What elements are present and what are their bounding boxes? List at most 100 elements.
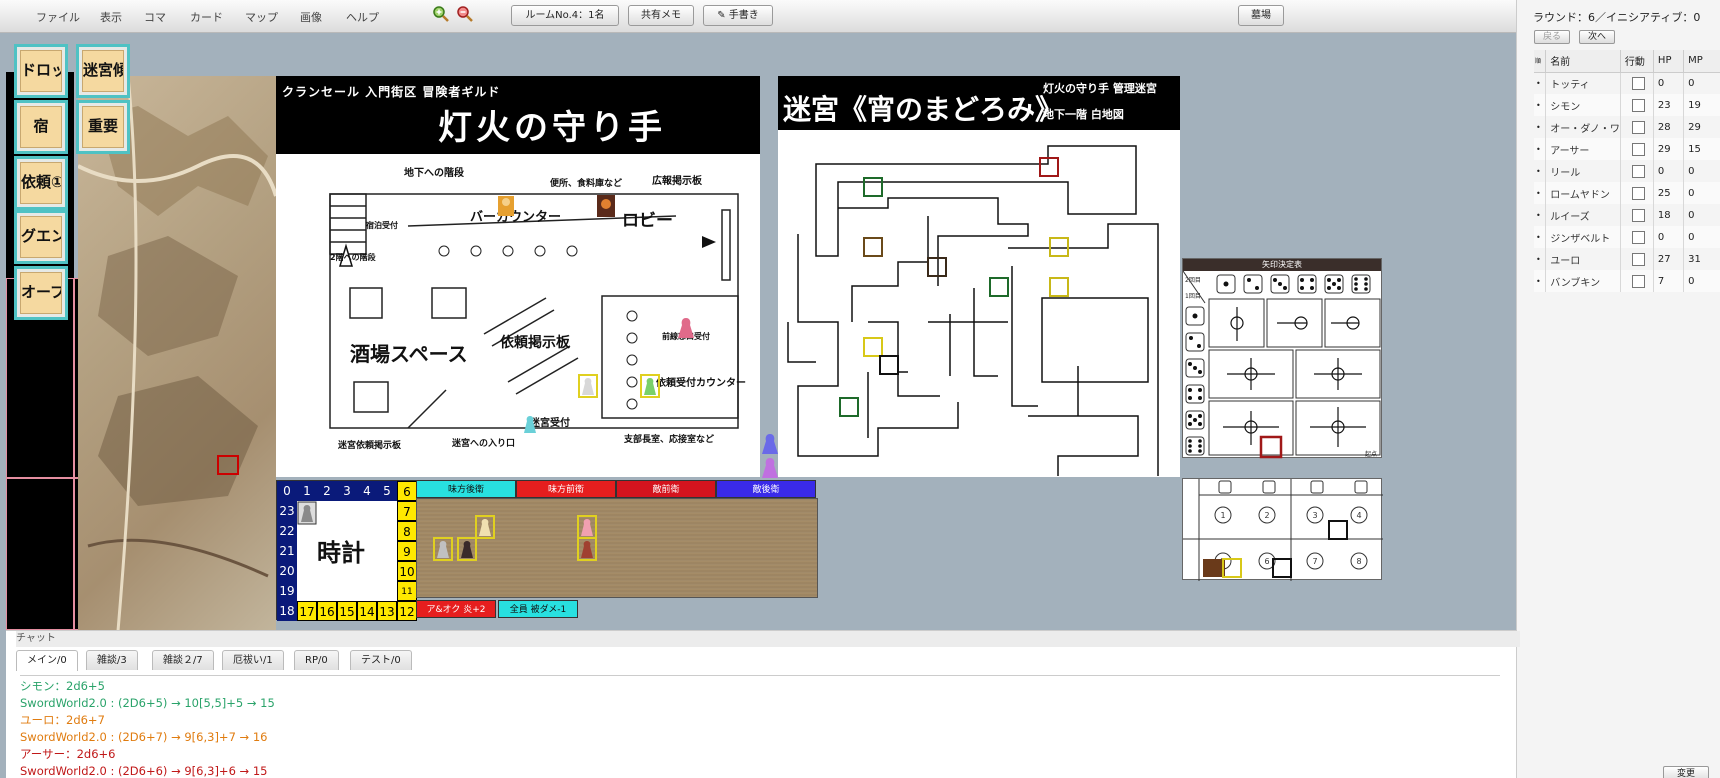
modifier-badge-fire[interactable]: ア&オク 炎+2	[416, 600, 496, 618]
menu-file[interactable]: ファイル	[36, 9, 80, 25]
action-checkbox[interactable]	[1632, 252, 1646, 266]
token-icon[interactable]	[760, 432, 780, 456]
menu-help[interactable]: ヘルプ	[346, 9, 379, 25]
initiative-mp[interactable]: 0	[1683, 226, 1720, 248]
initiative-name: トッティ	[1545, 72, 1621, 94]
deck-card[interactable]: オープン	[14, 266, 68, 320]
token-icon[interactable]	[578, 374, 598, 398]
menu-card[interactable]: カード	[190, 9, 223, 25]
initiative-mp[interactable]: 0	[1683, 72, 1720, 94]
room-button[interactable]: ルームNo.4：1名	[511, 5, 619, 26]
token-icon[interactable]	[577, 515, 597, 539]
deck-card[interactable]: 迷宮傾向	[76, 44, 130, 98]
initiative-hp[interactable]: 29	[1653, 138, 1685, 160]
initiative-header-row: 順 名前 行動 HP MP	[1534, 50, 1720, 73]
initiative-mp[interactable]: 31	[1683, 248, 1720, 270]
zoom-out-icon[interactable]	[456, 5, 474, 23]
initiative-name: バンブキン	[1545, 270, 1621, 292]
initiative-row[interactable]: • ジンザベルト 0 0	[1534, 226, 1720, 248]
initiative-hp[interactable]: 23	[1653, 94, 1685, 116]
dungeon-map[interactable]: 迷宮《宵のまどろみ》 灯火の守り手 管理迷宮 地下一階 白地図	[778, 76, 1180, 477]
initiative-hp[interactable]: 0	[1653, 72, 1685, 94]
chat-tab-rp[interactable]: RP/0	[294, 650, 339, 670]
token-icon[interactable]	[496, 194, 516, 218]
chat-tab-zatsudan[interactable]: 雑談/3	[86, 650, 138, 670]
menu-map[interactable]: マップ	[245, 9, 278, 25]
initiative-row[interactable]: • ユーロ 27 31	[1534, 248, 1720, 270]
graveyard-button[interactable]: 墓場	[1238, 5, 1284, 26]
initiative-hp[interactable]: 0	[1653, 160, 1685, 182]
initiative-hp[interactable]: 28	[1653, 116, 1685, 138]
chat-tab-zatsudan2[interactable]: 雑談２/7	[152, 650, 214, 670]
dice-board[interactable]: 1234 5678	[1182, 478, 1383, 581]
initiative-mp[interactable]: 15	[1683, 138, 1720, 160]
initiative-hp[interactable]: 27	[1653, 248, 1685, 270]
action-checkbox[interactable]	[1632, 120, 1646, 134]
guild-map[interactable]: クランセール 入門街区 冒険者ギルド 灯火の守り手 地下への階段 便所、食料庫な…	[276, 76, 760, 477]
menu-image[interactable]: 画像	[300, 9, 322, 25]
chat-tab-yakubarai[interactable]: 厄祓い/1	[222, 650, 284, 670]
initiative-row[interactable]: • シモン 23 19	[1534, 94, 1720, 116]
initiative-mp[interactable]: 29	[1683, 116, 1720, 138]
action-checkbox[interactable]	[1632, 76, 1646, 90]
chat-tab-main[interactable]: メイン/0	[16, 650, 78, 671]
initiative-row[interactable]: • ルイーズ 18 0	[1534, 204, 1720, 226]
battlefield[interactable]	[416, 498, 818, 598]
initiative-row[interactable]: • オー・ダノ・ワ 28 29	[1534, 116, 1720, 138]
initiative-row[interactable]: • アーサー 29 15	[1534, 138, 1720, 160]
deck-card[interactable]: グエン	[14, 210, 68, 264]
deck-card[interactable]: 依頼①	[14, 156, 68, 210]
token-icon[interactable]	[520, 412, 540, 436]
action-checkbox[interactable]	[1632, 208, 1646, 222]
initiative-next-button[interactable]: 次へ	[1579, 30, 1615, 44]
modifier-badge-damage[interactable]: 全員 被ダメ-1	[498, 600, 578, 618]
city-map[interactable]	[78, 76, 276, 631]
action-checkbox[interactable]	[1632, 142, 1646, 156]
action-checkbox[interactable]	[1632, 274, 1646, 288]
col-order: 順	[1534, 50, 1547, 73]
initiative-mp[interactable]: 0	[1683, 204, 1720, 226]
token-icon[interactable]	[475, 515, 495, 539]
initiative-edit-button[interactable]: 変更	[1663, 766, 1709, 778]
clock-marker-icon[interactable]	[297, 501, 317, 525]
arrow-table[interactable]: 矢印決定表 2回目 1回目 起点	[1182, 258, 1382, 459]
token-icon[interactable]	[640, 374, 660, 398]
menu-view[interactable]: 表示	[100, 9, 122, 25]
shared-memo-button[interactable]: 共有メモ	[628, 5, 694, 26]
initiative-row[interactable]: • バンブキン 7 0	[1534, 270, 1720, 292]
initiative-row[interactable]: • リール 0 0	[1534, 160, 1720, 182]
action-checkbox[interactable]	[1632, 230, 1646, 244]
action-checkbox[interactable]	[1632, 186, 1646, 200]
token-icon[interactable]	[676, 316, 696, 340]
initiative-hp[interactable]: 18	[1653, 204, 1685, 226]
chat-log: シモン：2d6+5 SwordWorld2.0 : (2D6+5) → 10[5…	[20, 675, 1500, 778]
initiative-hp[interactable]: 7	[1653, 270, 1685, 292]
token-icon[interactable]	[577, 537, 597, 561]
initiative-hp[interactable]: 0	[1653, 226, 1685, 248]
initiative-mp[interactable]: 0	[1683, 182, 1720, 204]
chat-tab-test[interactable]: テスト/0	[350, 650, 412, 670]
initiative-row[interactable]: • ロームヤドン 25 0	[1534, 182, 1720, 204]
clock-cell: 4	[357, 481, 377, 501]
token-icon[interactable]	[457, 537, 477, 561]
initiative-hp[interactable]: 25	[1653, 182, 1685, 204]
zoom-in-icon[interactable]	[432, 5, 450, 23]
initiative-back-button[interactable]: 戻る	[1534, 30, 1570, 44]
token-icon[interactable]	[596, 194, 616, 218]
token-icon[interactable]	[760, 456, 780, 480]
deck-card[interactable]: 宿	[14, 100, 68, 154]
handwrite-button[interactable]: ✎ 手書き	[703, 5, 773, 26]
svg-text:6: 6	[1264, 557, 1269, 566]
initiative-mp[interactable]: 0	[1683, 270, 1720, 292]
menu-piece[interactable]: コマ	[144, 9, 166, 25]
action-checkbox[interactable]	[1632, 164, 1646, 178]
deck-card[interactable]: ドロップ	[14, 44, 68, 98]
initiative-mp[interactable]: 19	[1683, 94, 1720, 116]
action-checkbox[interactable]	[1632, 98, 1646, 112]
initiative-mp[interactable]: 0	[1683, 160, 1720, 182]
token-icon[interactable]	[433, 537, 453, 561]
deck-card[interactable]: 重要	[76, 100, 130, 154]
card-zone-bottom-left[interactable]	[6, 478, 74, 630]
clock-board[interactable]: 0 1 2 3 4 5 6 23 22 21 20 19 18 7 8 9 10…	[276, 480, 417, 621]
initiative-row[interactable]: • トッティ 0 0	[1534, 72, 1720, 94]
